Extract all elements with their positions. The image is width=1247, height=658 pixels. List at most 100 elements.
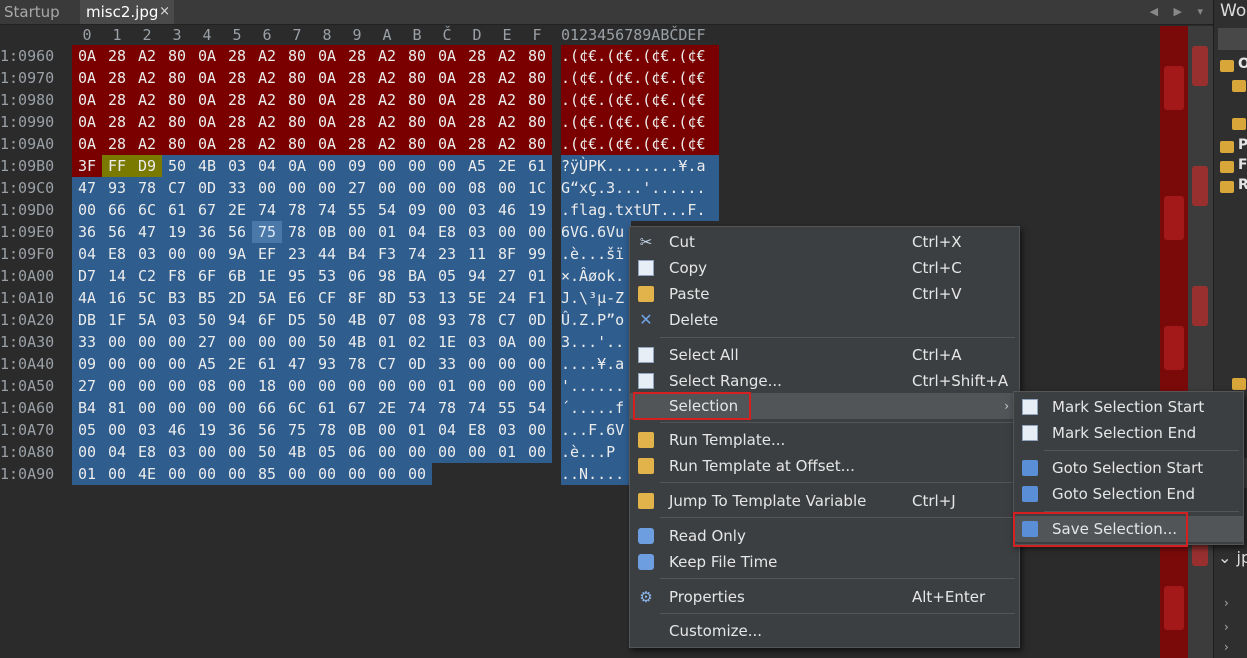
hex-byte[interactable]: 00 [222, 397, 252, 419]
menu-item-keep-file-time[interactable]: Keep File Time [630, 549, 1019, 575]
hex-byte[interactable]: 80 [402, 67, 432, 89]
hex-byte[interactable]: 47 [132, 221, 162, 243]
hex-byte[interactable]: 8F [342, 287, 372, 309]
hex-byte[interactable]: 4B [342, 331, 372, 353]
hex-byte[interactable]: 00 [312, 177, 342, 199]
hex-byte[interactable]: 5A [132, 309, 162, 331]
ascii-text[interactable]: .(¢€.(¢€.(¢€.(¢€ [561, 89, 719, 111]
hex-byte[interactable]: 00 [132, 331, 162, 353]
hex-byte[interactable]: 54 [372, 199, 402, 221]
hex-byte[interactable]: 00 [402, 441, 432, 463]
hex-byte[interactable]: 8D [372, 287, 402, 309]
hex-byte[interactable]: 23 [432, 243, 462, 265]
hex-byte[interactable]: 3F [72, 155, 102, 177]
hex-byte[interactable]: 80 [282, 45, 312, 67]
hex-byte[interactable]: 0A [192, 45, 222, 67]
hex-byte[interactable]: 80 [282, 67, 312, 89]
hex-byte[interactable]: 06 [342, 441, 372, 463]
hex-byte[interactable]: EF [252, 243, 282, 265]
hex-byte[interactable]: E8 [432, 221, 462, 243]
hex-byte[interactable]: 03 [132, 419, 162, 441]
hex-byte[interactable]: 93 [102, 177, 132, 199]
hex-byte[interactable]: 0A [312, 111, 342, 133]
hex-byte[interactable]: 01 [372, 331, 402, 353]
menu-item-paste[interactable]: Paste Ctrl+V [630, 281, 1019, 307]
hex-byte[interactable]: 18 [252, 375, 282, 397]
hex-byte[interactable]: 4B [342, 309, 372, 331]
hex-byte[interactable]: 5C [132, 287, 162, 309]
menu-item-read-only[interactable]: Read Only [630, 523, 1019, 549]
hex-byte[interactable]: 80 [522, 133, 552, 155]
hex-byte[interactable]: 2D [222, 287, 252, 309]
hex-byte[interactable]: 00 [192, 463, 222, 485]
hex-byte[interactable]: 80 [522, 111, 552, 133]
hex-byte[interactable]: E6 [282, 287, 312, 309]
hex-byte[interactable]: 6B [222, 265, 252, 287]
hex-byte[interactable]: 00 [102, 419, 132, 441]
hex-byte[interactable]: 0D [402, 353, 432, 375]
hex-byte[interactable]: 0A [492, 331, 522, 353]
ascii-text[interactable]: .(¢€.(¢€.(¢€.(¢€ [561, 45, 719, 67]
hex-byte[interactable]: A2 [492, 67, 522, 89]
hex-byte[interactable]: 28 [222, 67, 252, 89]
hex-byte[interactable]: 00 [432, 441, 462, 463]
hex-byte[interactable]: 00 [492, 221, 522, 243]
hex-byte[interactable]: 00 [522, 375, 552, 397]
hex-byte[interactable]: 14 [102, 265, 132, 287]
panel-item-f[interactable]: F [1238, 157, 1247, 173]
hex-byte[interactable]: 33 [222, 177, 252, 199]
hex-byte[interactable]: 00 [522, 221, 552, 243]
hex-byte[interactable]: A2 [252, 67, 282, 89]
hex-byte[interactable]: 00 [312, 463, 342, 485]
hex-byte[interactable]: 27 [192, 331, 222, 353]
hex-byte[interactable]: 56 [102, 221, 132, 243]
hex-byte[interactable]: 19 [162, 221, 192, 243]
hex-byte[interactable]: 78 [282, 199, 312, 221]
hex-byte[interactable]: 19 [522, 199, 552, 221]
hex-byte[interactable]: 2E [372, 397, 402, 419]
ascii-text[interactable]: .(¢€.(¢€.(¢€.(¢€ [561, 67, 719, 89]
hex-byte[interactable]: 00 [312, 155, 342, 177]
hex-byte[interactable]: 80 [162, 133, 192, 155]
hex-byte[interactable]: A2 [252, 133, 282, 155]
hex-byte[interactable]: 5E [462, 287, 492, 309]
hex-byte[interactable]: 00 [102, 353, 132, 375]
hex-byte[interactable]: 61 [252, 353, 282, 375]
hex-byte[interactable]: 80 [402, 45, 432, 67]
hex-byte[interactable]: 00 [192, 397, 222, 419]
hex-byte[interactable]: 03 [462, 199, 492, 221]
ascii-text[interactable]: ...F.6V [561, 419, 631, 441]
hex-byte[interactable]: 99 [522, 243, 552, 265]
hex-byte[interactable]: 95 [282, 265, 312, 287]
hex-byte[interactable]: 00 [522, 441, 552, 463]
hex-byte[interactable]: A2 [372, 45, 402, 67]
hex-byte[interactable]: A2 [372, 67, 402, 89]
hex-byte[interactable]: 08 [192, 375, 222, 397]
ascii-text[interactable]: G“xÇ.3...'...... [561, 177, 719, 199]
hex-byte[interactable]: 00 [102, 375, 132, 397]
hex-byte[interactable]: 00 [222, 441, 252, 463]
ascii-text[interactable]: .flag.txtUT...F. [561, 199, 719, 221]
hex-byte[interactable]: 11 [462, 243, 492, 265]
hex-byte[interactable]: 28 [342, 111, 372, 133]
hex-byte[interactable]: 28 [222, 45, 252, 67]
hex-byte[interactable]: 78 [312, 419, 342, 441]
hex-byte[interactable]: 94 [462, 265, 492, 287]
hex-byte[interactable]: 0A [192, 111, 222, 133]
hex-byte[interactable]: 0A [432, 67, 462, 89]
hex-byte[interactable]: 93 [312, 353, 342, 375]
hex-byte[interactable]: 6F [252, 309, 282, 331]
hex-byte[interactable]: 19 [192, 419, 222, 441]
hex-byte[interactable]: 00 [492, 353, 522, 375]
ascii-text[interactable]: .è...P [561, 441, 631, 463]
hex-byte[interactable]: A2 [252, 111, 282, 133]
hex-byte[interactable]: 00 [72, 199, 102, 221]
hex-byte[interactable]: 0A [312, 67, 342, 89]
chevron-right-icon[interactable]: › [1224, 620, 1229, 634]
hex-byte[interactable]: 80 [522, 45, 552, 67]
chevron-right-icon[interactable]: › [1224, 640, 1229, 654]
hex-byte[interactable]: 03 [222, 155, 252, 177]
hex-byte[interactable]: 2E [492, 155, 522, 177]
hex-byte[interactable]: 75 [252, 221, 282, 243]
hex-byte[interactable]: F1 [522, 287, 552, 309]
